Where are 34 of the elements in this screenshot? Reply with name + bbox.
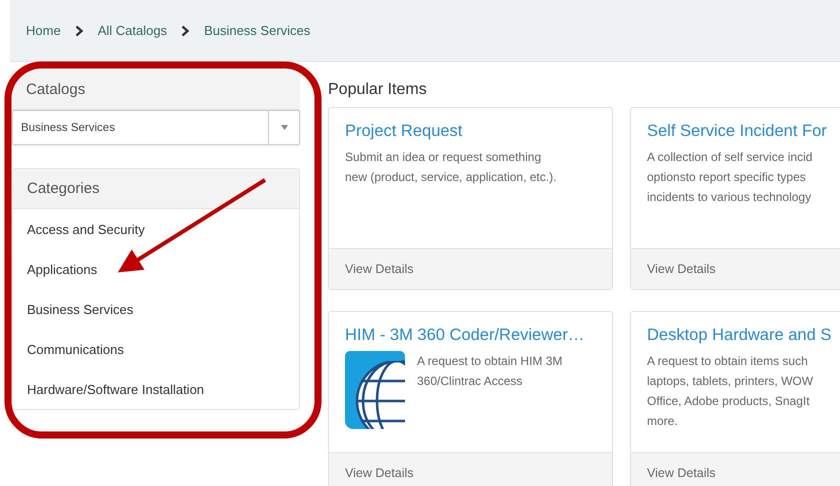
item-description: A request to obtain HIM 3M — [417, 353, 562, 370]
item-description: A request to obtain items such — [647, 353, 809, 370]
item-description: Submit an idea or request something — [345, 149, 542, 166]
item-description: laptops, tablets, printers, WOW — [647, 373, 814, 390]
view-details-link[interactable]: View Details — [631, 248, 840, 289]
item-title[interactable]: Desktop Hardware and S — [647, 326, 840, 345]
item-title[interactable]: HIM - 3M 360 Coder/Reviewer… — [345, 326, 596, 345]
category-link[interactable]: Access and Security — [13, 209, 299, 249]
view-details-link[interactable]: View Details — [329, 248, 612, 289]
section-title: Popular Items — [328, 81, 428, 99]
item-description: incidents to various technology — [647, 189, 812, 206]
item-description: more. — [647, 413, 679, 430]
item-description: 360/Clintrac Access — [417, 373, 524, 390]
caret-icon — [280, 125, 288, 130]
catalog-dropdown[interactable]: Business Services — [12, 110, 300, 145]
chevron-right-icon — [74, 24, 84, 36]
category-link[interactable]: Applications — [13, 249, 299, 289]
breadcrumb-link[interactable]: Home — [26, 23, 61, 38]
category-link[interactable]: Business Services — [13, 289, 299, 329]
catalogs-header: Catalogs — [12, 70, 300, 110]
item-description: A collection of self service incid — [647, 149, 814, 166]
breadcrumb-link[interactable]: Business Services — [204, 23, 310, 38]
categories-header: Categories — [13, 169, 299, 209]
view-details-link[interactable]: View Details — [631, 452, 840, 486]
category-link[interactable]: Hardware/Software Installation — [13, 369, 299, 409]
item-title[interactable]: Project Request — [345, 122, 596, 141]
category-link[interactable]: Communications — [13, 329, 299, 369]
chevron-right-icon — [181, 24, 190, 36]
view-details-link[interactable]: View Details — [329, 452, 612, 486]
breadcrumb-link[interactable]: All Catalogs — [98, 23, 168, 38]
item-description: new (product, service, application, etc.). — [345, 169, 558, 186]
item-title[interactable]: Self Service Incident For — [647, 122, 840, 141]
item-description: optionsto report specific types — [647, 169, 807, 186]
item-description: Office, Adobe products, SnagIt — [647, 393, 811, 410]
